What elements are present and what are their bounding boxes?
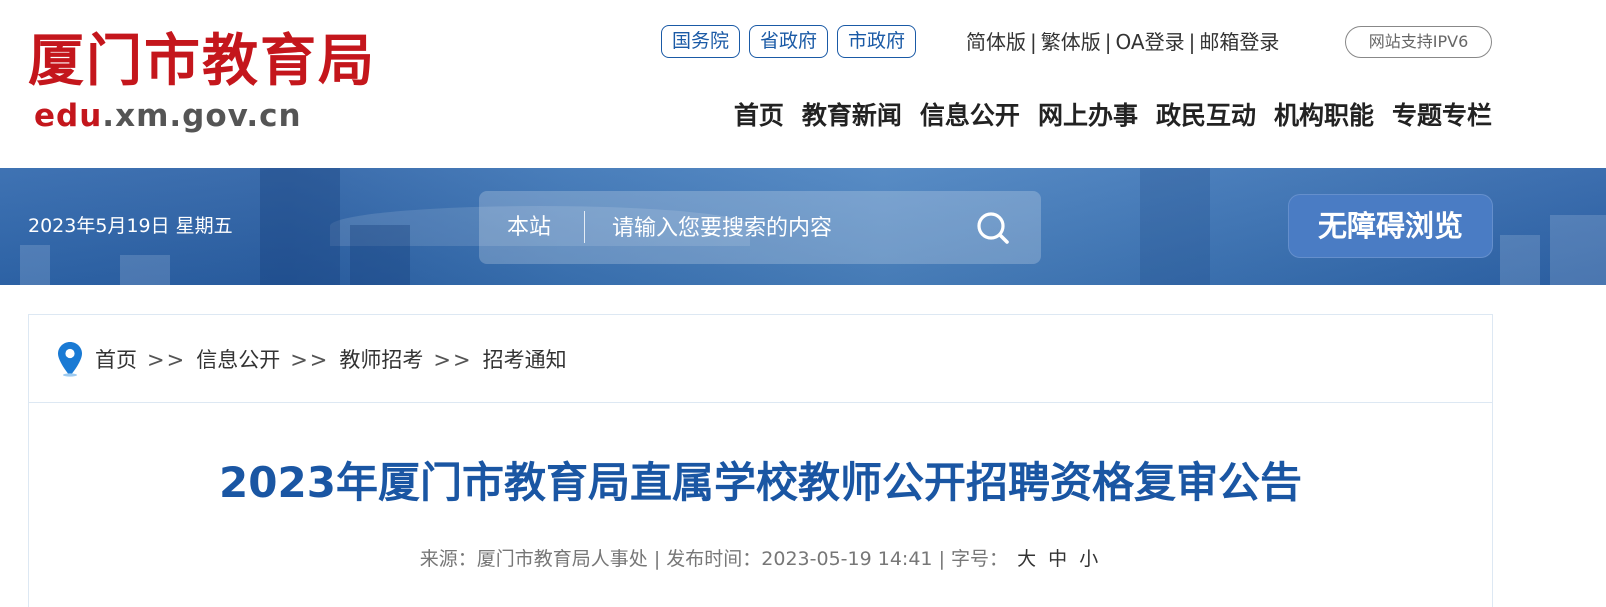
banner-decoration [1140, 168, 1210, 285]
link-simplified[interactable]: 简体版 [966, 28, 1026, 56]
logo-title: 厦门市教育局 [28, 28, 376, 94]
link-oa-login[interactable]: OA登录 [1116, 28, 1185, 56]
banner-decoration [20, 245, 50, 285]
top-link-separator: | [1104, 30, 1112, 54]
nav-item-topics[interactable]: 专题专栏 [1392, 96, 1492, 136]
breadcrumb-teacher-recruitment[interactable]: 教师招考 [339, 345, 423, 375]
breadcrumb-home[interactable]: 首页 [95, 345, 137, 375]
nav-item-info-disclosure[interactable]: 信息公开 [920, 96, 1020, 136]
search-icon [977, 212, 1009, 244]
meta-separator: | [938, 548, 952, 570]
top-link-separator: | [1030, 30, 1037, 54]
breadcrumb-info-disclosure[interactable]: 信息公开 [196, 345, 280, 375]
breadcrumb: 首页 >> 信息公开 >> 教师招考 >> 招考通知 [29, 315, 1492, 403]
banner-decoration [1550, 215, 1606, 285]
search-divider [584, 211, 585, 243]
top-links: 简体版 | 繁体版 | OA登录 | 邮箱登录 [966, 28, 1279, 56]
search-bar: 本站 [479, 191, 1041, 264]
gov-links: 国务院 省政府 市政府 [661, 25, 917, 58]
site-header: 厦门市教育局 edu.xm.gov.cn 国务院 省政府 市政府 简体版 | 繁… [0, 0, 1606, 168]
logo-domain-rest: .xm.gov.cn [102, 98, 302, 134]
article-meta: 来源：厦门市教育局人事处 | 发布时间：2023-05-19 14:41 | 字… [29, 545, 1492, 573]
logo-domain: edu.xm.gov.cn [34, 96, 302, 136]
breadcrumb-separator: >> [290, 348, 330, 372]
search-scope-selector[interactable]: 本站 [507, 213, 551, 243]
font-size-label: 字号： [951, 548, 1009, 570]
logo-domain-red: edu [34, 98, 103, 134]
link-mail-login[interactable]: 邮箱登录 [1199, 28, 1279, 56]
search-input[interactable] [612, 209, 952, 247]
current-date: 2023年5月19日 星期五 [28, 215, 233, 237]
nav-item-home[interactable]: 首页 [734, 96, 784, 136]
banner-decoration [120, 255, 170, 285]
main-nav: 首页 教育新闻 信息公开 网上办事 政民互动 机构职能 专题专栏 [734, 96, 1492, 136]
top-link-separator: | [1188, 30, 1196, 54]
ipv6-badge: 网站支持IPV6 [1345, 26, 1492, 58]
article-publish-time: 发布时间：2023-05-19 14:41 [666, 548, 933, 570]
font-size-medium-button[interactable]: 中 [1048, 548, 1067, 570]
banner-decoration [260, 168, 340, 285]
article-source: 来源：厦门市教育局人事处 [419, 548, 648, 570]
banner-decoration [1500, 235, 1540, 285]
breadcrumb-separator: >> [147, 348, 187, 372]
search-banner: 2023年5月19日 星期五 本站 无障碍浏览 [0, 168, 1606, 285]
breadcrumb-items: 首页 >> 信息公开 >> 教师招考 >> 招考通知 [95, 345, 567, 375]
gov-link-city[interactable]: 市政府 [837, 25, 917, 58]
nav-item-interaction[interactable]: 政民互动 [1156, 96, 1256, 136]
breadcrumb-recruitment-notice[interactable]: 招考通知 [483, 345, 567, 375]
site-logo[interactable]: 厦门市教育局 edu.xm.gov.cn [28, 26, 408, 144]
gov-link-state-council[interactable]: 国务院 [661, 25, 741, 58]
banner-decoration [350, 225, 410, 285]
gov-link-province[interactable]: 省政府 [749, 25, 829, 58]
breadcrumb-separator: >> [433, 348, 473, 372]
article-container: 首页 >> 信息公开 >> 教师招考 >> 招考通知 2023年厦门市教育局直属… [28, 314, 1493, 607]
link-traditional[interactable]: 繁体版 [1041, 28, 1101, 56]
accessibility-button[interactable]: 无障碍浏览 [1288, 194, 1493, 258]
font-size-small-button[interactable]: 小 [1079, 548, 1098, 570]
nav-item-online-services[interactable]: 网上办事 [1038, 96, 1138, 136]
nav-item-news[interactable]: 教育新闻 [802, 96, 902, 136]
location-pin-icon [58, 342, 82, 377]
meta-separator: | [653, 548, 667, 570]
font-size-large-button[interactable]: 大 [1017, 548, 1036, 570]
article-title: 2023年厦门市教育局直属学校教师公开招聘资格复审公告 [219, 458, 1302, 507]
search-button[interactable] [973, 208, 1013, 248]
nav-item-organization[interactable]: 机构职能 [1274, 96, 1374, 136]
